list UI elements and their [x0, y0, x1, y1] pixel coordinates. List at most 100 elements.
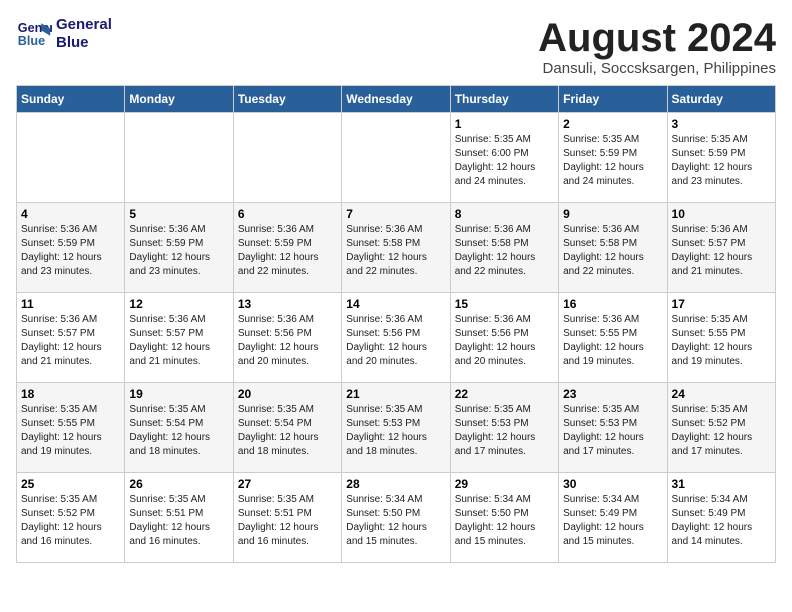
day-info: Sunrise: 5:35 AM Sunset: 5:55 PM Dayligh… — [672, 313, 771, 369]
day-number: 31 — [672, 477, 771, 491]
day-info: Sunrise: 5:36 AM Sunset: 5:57 PM Dayligh… — [672, 223, 771, 279]
day-info: Sunrise: 5:35 AM Sunset: 5:53 PM Dayligh… — [455, 403, 554, 459]
day-number: 22 — [455, 387, 554, 401]
day-info: Sunrise: 5:35 AM Sunset: 5:52 PM Dayligh… — [21, 493, 120, 549]
weekday-header-row: SundayMondayTuesdayWednesdayThursdayFrid… — [17, 86, 776, 113]
calendar-week-row: 11 Sunrise: 5:36 AM Sunset: 5:57 PM Dayli… — [17, 293, 776, 383]
weekday-header: Monday — [125, 86, 233, 113]
weekday-header: Friday — [559, 86, 667, 113]
day-number: 2 — [563, 117, 662, 131]
calendar-cell: 24 Sunrise: 5:35 AM Sunset: 5:52 PM Dayli… — [667, 383, 775, 473]
day-number: 20 — [238, 387, 337, 401]
calendar-cell: 17Sunrise: 5:35 AM Sunset: 5:55 PM Dayli… — [667, 293, 775, 383]
calendar-cell: 1Sunrise: 5:35 AM Sunset: 6:00 PM Daylig… — [450, 113, 558, 203]
calendar-cell: 2 Sunrise: 5:35 AM Sunset: 5:59 PM Daylig… — [559, 113, 667, 203]
logo-icon: General Blue — [16, 16, 52, 52]
day-number: 11 — [21, 297, 120, 311]
day-number: 18 — [21, 387, 120, 401]
day-info: Sunrise: 5:35 AM Sunset: 5:52 PM Dayligh… — [672, 403, 771, 459]
day-number: 9 — [563, 207, 662, 221]
calendar-cell: 5 Sunrise: 5:36 AM Sunset: 5:59 PM Daylig… — [125, 203, 233, 293]
location: Dansuli, Soccsksargen, Philippines — [538, 60, 776, 77]
calendar-cell: 14 Sunrise: 5:36 AM Sunset: 5:56 PM Dayli… — [342, 293, 450, 383]
day-number: 21 — [346, 387, 445, 401]
day-number: 27 — [238, 477, 337, 491]
day-info: Sunrise: 5:36 AM Sunset: 5:58 PM Dayligh… — [346, 223, 445, 279]
logo-text: GeneralBlue — [56, 16, 112, 52]
day-number: 25 — [21, 477, 120, 491]
title-section: August 2024 Dansuli, Soccsksargen, Phili… — [538, 16, 776, 77]
logo: General Blue GeneralBlue — [16, 16, 112, 52]
calendar-cell: 7 Sunrise: 5:36 AM Sunset: 5:58 PM Daylig… — [342, 203, 450, 293]
day-number: 24 — [672, 387, 771, 401]
month-title: August 2024 — [538, 16, 776, 60]
calendar-cell: 26Sunrise: 5:35 AM Sunset: 5:51 PM Dayli… — [125, 473, 233, 563]
calendar-cell — [233, 113, 341, 203]
day-info: Sunrise: 5:36 AM Sunset: 5:57 PM Dayligh… — [21, 313, 120, 369]
calendar-cell: 4Sunrise: 5:36 AM Sunset: 5:59 PM Daylig… — [17, 203, 125, 293]
day-info: Sunrise: 5:35 AM Sunset: 5:59 PM Dayligh… — [563, 133, 662, 189]
day-info: Sunrise: 5:34 AM Sunset: 5:50 PM Dayligh… — [346, 493, 445, 549]
calendar-week-row: 4 Sunrise: 5:36 AM Sunset: 5:59 PM Daylig… — [17, 203, 776, 293]
calendar-table: SundayMondayTuesdayWednesdayThursdayFrid… — [16, 85, 776, 563]
day-number: 4 — [21, 207, 120, 221]
calendar-cell: 20 Sunrise: 5:35 AM Sunset: 5:54 PM Dayli… — [233, 383, 341, 473]
calendar-cell — [342, 113, 450, 203]
calendar-cell: 9 Sunrise: 5:36 AM Sunset: 5:58 PM Daylig… — [559, 203, 667, 293]
day-info: Sunrise: 5:35 AM Sunset: 5:53 PM Dayligh… — [346, 403, 445, 459]
day-number: 6 — [238, 207, 337, 221]
calendar-cell: 6 Sunrise: 5:36 AM Sunset: 5:59 PM Daylig… — [233, 203, 341, 293]
day-info: Sunrise: 5:35 AM Sunset: 5:54 PM Dayligh… — [238, 403, 337, 459]
calendar-cell: 12Sunrise: 5:36 AM Sunset: 5:57 PM Dayli… — [125, 293, 233, 383]
day-info: Sunrise: 5:36 AM Sunset: 5:56 PM Dayligh… — [238, 313, 337, 369]
day-info: Sunrise: 5:36 AM Sunset: 5:58 PM Dayligh… — [563, 223, 662, 279]
day-number: 15 — [455, 297, 554, 311]
day-info: Sunrise: 5:35 AM Sunset: 5:54 PM Dayligh… — [129, 403, 228, 459]
calendar-cell: 31Sunrise: 5:34 AM Sunset: 5:49 PM Dayli… — [667, 473, 775, 563]
day-info: Sunrise: 5:36 AM Sunset: 5:59 PM Dayligh… — [129, 223, 228, 279]
day-number: 7 — [346, 207, 445, 221]
day-number: 19 — [129, 387, 228, 401]
calendar-cell: 10Sunrise: 5:36 AM Sunset: 5:57 PM Dayli… — [667, 203, 775, 293]
calendar-cell: 30 Sunrise: 5:34 AM Sunset: 5:49 PM Dayli… — [559, 473, 667, 563]
day-number: 5 — [129, 207, 228, 221]
weekday-header: Sunday — [17, 86, 125, 113]
day-info: Sunrise: 5:36 AM Sunset: 5:56 PM Dayligh… — [455, 313, 554, 369]
page-header: General Blue GeneralBlue August 2024 Dan… — [16, 16, 776, 77]
day-info: Sunrise: 5:35 AM Sunset: 6:00 PM Dayligh… — [455, 133, 554, 189]
day-info: Sunrise: 5:36 AM Sunset: 5:57 PM Dayligh… — [129, 313, 228, 369]
calendar-cell: 11 Sunrise: 5:36 AM Sunset: 5:57 PM Dayli… — [17, 293, 125, 383]
calendar-cell: 28 Sunrise: 5:34 AM Sunset: 5:50 PM Dayli… — [342, 473, 450, 563]
calendar-cell: 29 Sunrise: 5:34 AM Sunset: 5:50 PM Dayli… — [450, 473, 558, 563]
day-info: Sunrise: 5:35 AM Sunset: 5:51 PM Dayligh… — [129, 493, 228, 549]
calendar-cell — [125, 113, 233, 203]
day-number: 14 — [346, 297, 445, 311]
day-number: 28 — [346, 477, 445, 491]
day-info: Sunrise: 5:34 AM Sunset: 5:49 PM Dayligh… — [563, 493, 662, 549]
weekday-header: Thursday — [450, 86, 558, 113]
calendar-cell: 22 Sunrise: 5:35 AM Sunset: 5:53 PM Dayli… — [450, 383, 558, 473]
day-number: 8 — [455, 207, 554, 221]
calendar-cell: 19 Sunrise: 5:35 AM Sunset: 5:54 PM Dayli… — [125, 383, 233, 473]
day-number: 3 — [672, 117, 771, 131]
calendar-week-row: 1Sunrise: 5:35 AM Sunset: 6:00 PM Daylig… — [17, 113, 776, 203]
day-info: Sunrise: 5:36 AM Sunset: 5:56 PM Dayligh… — [346, 313, 445, 369]
calendar-cell — [17, 113, 125, 203]
day-number: 29 — [455, 477, 554, 491]
day-info: Sunrise: 5:34 AM Sunset: 5:50 PM Dayligh… — [455, 493, 554, 549]
calendar-week-row: 18 Sunrise: 5:35 AM Sunset: 5:55 PM Dayli… — [17, 383, 776, 473]
day-info: Sunrise: 5:36 AM Sunset: 5:59 PM Dayligh… — [238, 223, 337, 279]
calendar-cell: 16Sunrise: 5:36 AM Sunset: 5:55 PM Dayli… — [559, 293, 667, 383]
calendar-cell: 23Sunrise: 5:35 AM Sunset: 5:53 PM Dayli… — [559, 383, 667, 473]
day-number: 23 — [563, 387, 662, 401]
day-info: Sunrise: 5:35 AM Sunset: 5:55 PM Dayligh… — [21, 403, 120, 459]
day-number: 13 — [238, 297, 337, 311]
calendar-cell: 15 Sunrise: 5:36 AM Sunset: 5:56 PM Dayli… — [450, 293, 558, 383]
calendar-cell: 3 Sunrise: 5:35 AM Sunset: 5:59 PM Daylig… — [667, 113, 775, 203]
calendar-cell: 27 Sunrise: 5:35 AM Sunset: 5:51 PM Dayli… — [233, 473, 341, 563]
calendar-cell: 8Sunrise: 5:36 AM Sunset: 5:58 PM Daylig… — [450, 203, 558, 293]
day-number: 30 — [563, 477, 662, 491]
day-info: Sunrise: 5:35 AM Sunset: 5:59 PM Dayligh… — [672, 133, 771, 189]
day-info: Sunrise: 5:35 AM Sunset: 5:51 PM Dayligh… — [238, 493, 337, 549]
weekday-header: Saturday — [667, 86, 775, 113]
